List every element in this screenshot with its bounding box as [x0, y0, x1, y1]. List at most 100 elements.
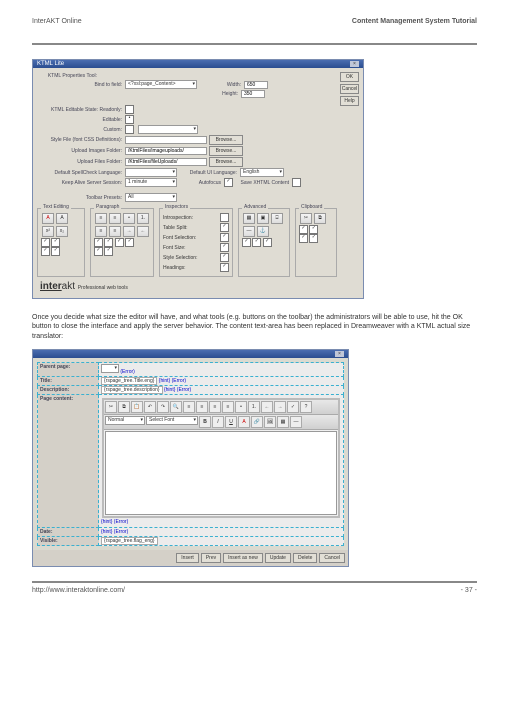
editable-radio[interactable]: •: [125, 115, 134, 124]
align-just-icon[interactable]: ≡: [109, 226, 121, 237]
cb-chk2[interactable]: ✓: [309, 225, 318, 234]
align-center-icon[interactable]: ≡: [109, 213, 121, 224]
width-input[interactable]: [244, 81, 268, 89]
p-chk4[interactable]: ✓: [125, 238, 134, 247]
p-chk6[interactable]: ✓: [104, 247, 113, 256]
a-chk3[interactable]: ✓: [263, 238, 272, 247]
insert-button[interactable]: Insert: [176, 553, 199, 563]
te-chk1[interactable]: ✓: [41, 238, 50, 247]
ok-button[interactable]: OK: [340, 72, 359, 82]
stylefile-input[interactable]: [125, 136, 207, 144]
cancel-button[interactable]: Cancel: [340, 84, 359, 94]
visible-input[interactable]: {rspage_tree.flag_eng}: [101, 537, 158, 545]
savexhtml-check[interactable]: [292, 178, 301, 187]
font-select[interactable]: Select Font: [146, 416, 198, 425]
custom-select[interactable]: [138, 125, 198, 134]
p-chk3[interactable]: ✓: [115, 238, 124, 247]
stylefile-browse-button[interactable]: Browse...: [209, 135, 243, 145]
insp-chk2[interactable]: ✓: [220, 223, 229, 232]
outdent-icon[interactable]: ←: [137, 226, 149, 237]
image-icon[interactable]: 🖼: [264, 416, 276, 428]
help-button[interactable]: Help: [340, 96, 359, 106]
autofocus-check[interactable]: ✓: [224, 178, 233, 187]
table-icon[interactable]: ▦: [277, 416, 289, 428]
insp-chk6[interactable]: ✓: [220, 263, 229, 272]
close-icon[interactable]: ×: [350, 61, 359, 67]
a-chk2[interactable]: ✓: [252, 238, 261, 247]
insertnew-button[interactable]: Insert as new: [223, 553, 263, 563]
delete-button[interactable]: Delete: [293, 553, 317, 563]
ol-icon[interactable]: 1.: [137, 213, 149, 224]
indent-icon[interactable]: →: [274, 401, 286, 413]
uilang-select[interactable]: English: [240, 168, 284, 177]
imgfolder-input[interactable]: [125, 147, 207, 155]
p-chk1[interactable]: ✓: [94, 238, 103, 247]
title-input[interactable]: {rspage_tree.Title.eng}: [101, 377, 157, 385]
update-button[interactable]: Update: [265, 553, 291, 563]
hr-icon[interactable]: —: [243, 226, 255, 237]
link-icon[interactable]: 🔗: [251, 416, 263, 428]
align-right-icon[interactable]: ≡: [95, 226, 107, 237]
copy-icon[interactable]: ⧉: [314, 213, 326, 224]
cancel-button[interactable]: Cancel: [319, 553, 345, 563]
bold-icon[interactable]: B: [199, 416, 211, 428]
te-chk3[interactable]: ✓: [41, 247, 50, 256]
spell-select[interactable]: [125, 168, 177, 177]
sup-icon[interactable]: x²: [42, 226, 54, 237]
ar-icon[interactable]: ≡: [209, 401, 221, 413]
imgfolder-browse-button[interactable]: Browse...: [209, 146, 243, 156]
desc-input[interactable]: {rspage_tree.description}: [101, 386, 163, 394]
spell-icon[interactable]: ✓: [287, 401, 299, 413]
close-icon[interactable]: ×: [335, 351, 344, 357]
cb-chk3[interactable]: ✓: [299, 234, 308, 243]
hr-icon[interactable]: —: [290, 416, 302, 428]
paste-icon[interactable]: 📋: [131, 401, 143, 413]
readonly-radio[interactable]: [125, 105, 134, 114]
insp-chk3[interactable]: ✓: [220, 233, 229, 242]
find-icon[interactable]: 🔍: [170, 401, 182, 413]
insp-chk4[interactable]: ✓: [220, 243, 229, 252]
bold-icon[interactable]: A: [42, 213, 54, 224]
a-chk1[interactable]: ✓: [242, 238, 251, 247]
redo-icon[interactable]: ↷: [157, 401, 169, 413]
p-chk5[interactable]: ✓: [94, 247, 103, 256]
link-icon[interactable]: ⍓: [271, 213, 283, 224]
insp-chk1[interactable]: [220, 213, 229, 222]
p-chk2[interactable]: ✓: [104, 238, 113, 247]
align-left-icon[interactable]: ≡: [95, 213, 107, 224]
prev-button[interactable]: Prev: [201, 553, 221, 563]
presets-select[interactable]: All: [125, 193, 177, 202]
image-icon[interactable]: ▣: [257, 213, 269, 224]
italic-icon[interactable]: I: [212, 416, 224, 428]
parent-select[interactable]: [101, 364, 119, 373]
cb-chk1[interactable]: ✓: [299, 225, 308, 234]
ul-icon[interactable]: •: [123, 213, 135, 224]
filefolder-input[interactable]: [125, 158, 207, 166]
ac-icon[interactable]: ≡: [196, 401, 208, 413]
help-icon[interactable]: ?: [300, 401, 312, 413]
color-icon[interactable]: A: [238, 416, 250, 428]
bindfield-select[interactable]: <?xsl:page_Content>: [125, 80, 197, 89]
editor-textarea[interactable]: [105, 431, 337, 515]
underline-icon[interactable]: U: [225, 416, 237, 428]
te-chk4[interactable]: ✓: [51, 247, 60, 256]
sub-icon[interactable]: x₂: [56, 226, 68, 237]
format-select[interactable]: Normal: [105, 416, 145, 425]
filefolder-browse-button[interactable]: Browse...: [209, 157, 243, 167]
al-icon[interactable]: ≡: [183, 401, 195, 413]
indent-icon[interactable]: →: [123, 226, 135, 237]
cut-icon[interactable]: ✂: [300, 213, 312, 224]
custom-radio[interactable]: [125, 125, 134, 134]
undo-icon[interactable]: ↶: [144, 401, 156, 413]
anchor-icon[interactable]: ⚓: [257, 226, 269, 237]
ul-icon[interactable]: •: [235, 401, 247, 413]
outdent-icon[interactable]: ←: [261, 401, 273, 413]
insp-chk5[interactable]: ✓: [220, 253, 229, 262]
ol-icon[interactable]: 1.: [248, 401, 260, 413]
height-input[interactable]: [241, 90, 265, 98]
aj-icon[interactable]: ≡: [222, 401, 234, 413]
copy-icon[interactable]: ⧉: [118, 401, 130, 413]
keepalive-select[interactable]: 1 minute: [125, 178, 177, 187]
fontcolor-icon[interactable]: A: [56, 213, 68, 224]
cb-chk4[interactable]: ✓: [309, 234, 318, 243]
